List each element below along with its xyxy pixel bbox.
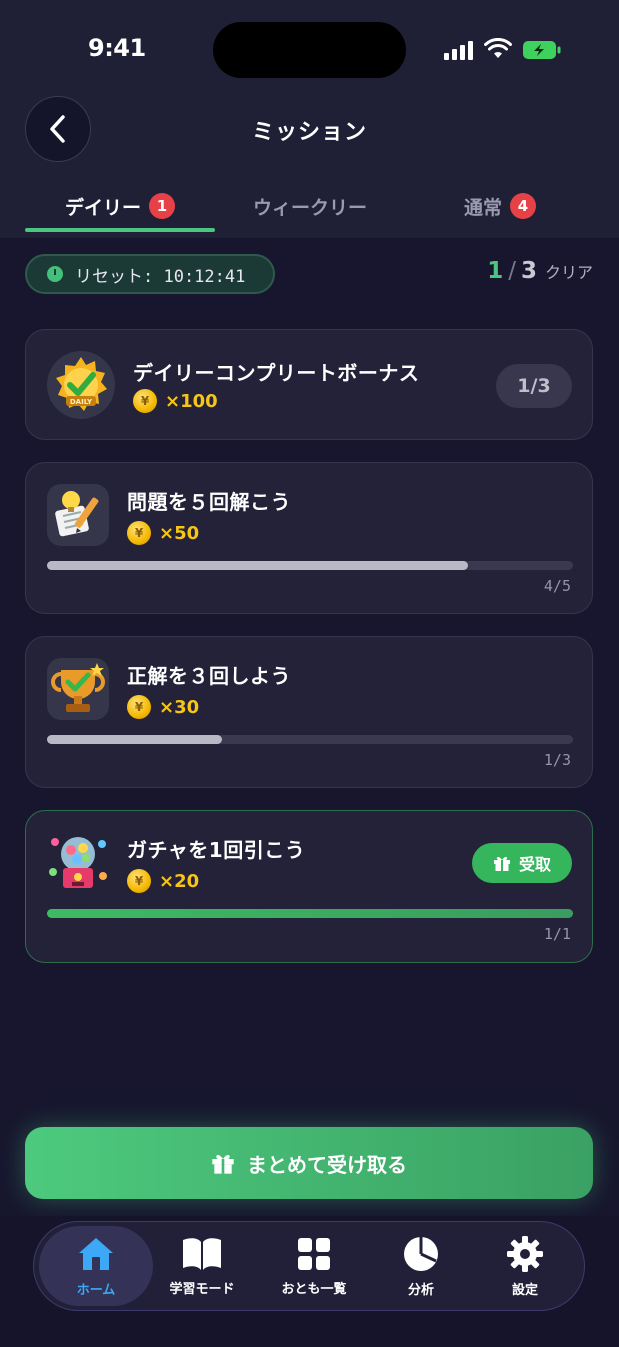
coin-icon: ¥	[127, 695, 151, 719]
mission-title: 問題を５回解こう	[127, 490, 291, 514]
mission-title: ガチャを1回引こう	[127, 838, 306, 862]
clock-icon	[47, 266, 63, 282]
home-icon	[79, 1237, 113, 1270]
daily-complete-bonus-card: DAILY デイリーコンプリートボーナス ¥ ×100 1/3	[25, 329, 593, 440]
clear-count-label: クリア	[544, 263, 593, 282]
claim-button[interactable]: 受取	[472, 843, 572, 883]
book-icon	[183, 1237, 221, 1270]
mission-progress-fill	[47, 561, 468, 570]
clear-count: 1 / 3 クリア	[487, 258, 593, 284]
tab-normal-badge: 4	[510, 193, 536, 219]
bonus-reward: ¥ ×100	[133, 389, 218, 413]
reset-timer-text: リセット: 10:12:41	[75, 266, 246, 287]
coin-icon: ¥	[127, 869, 151, 893]
clear-count-done: 1	[487, 258, 504, 284]
mission-card: 正解を３回しよう ¥ ×30 1/3	[25, 636, 593, 788]
tab-daily-badge: 1	[149, 193, 175, 219]
mission-reward: ¥ ×50	[127, 521, 199, 545]
mission-progress-text: 4/5	[543, 577, 571, 595]
tab-normal[interactable]: 通常 4	[405, 190, 595, 222]
claim-all-label: まとめて受け取る	[247, 1152, 407, 1177]
claim-all-button[interactable]: まとめて受け取る	[25, 1127, 593, 1199]
active-tab-indicator	[25, 228, 215, 232]
tab-weekly[interactable]: ウィークリー	[215, 190, 405, 222]
nav-item-home[interactable]: ホーム	[41, 1222, 151, 1310]
battery-icon	[523, 41, 561, 59]
bonus-progress-count: 1/3	[496, 364, 572, 408]
mission-progress-bar	[47, 561, 573, 570]
nav-item-analysis-label: 分析	[407, 1282, 434, 1298]
nav-item-settings[interactable]: 設定	[470, 1222, 580, 1310]
mission-progress-fill	[47, 909, 573, 918]
nav-item-settings-label: 設定	[511, 1282, 538, 1298]
mission-reward: ¥ ×30	[127, 695, 199, 719]
tab-weekly-label: ウィークリー	[252, 196, 367, 219]
mission-reward: ¥ ×20	[127, 869, 199, 893]
reset-timer: リセット: 10:12:41	[25, 254, 275, 294]
mission-title: 正解を３回しよう	[127, 664, 291, 688]
bonus-title: デイリーコンプリートボーナス	[133, 361, 420, 385]
signal-icon	[444, 40, 474, 60]
nav-item-study-mode[interactable]: 学習モード	[147, 1222, 257, 1310]
mission-card: ガチャを1回引こう ¥ ×20 受取 1/1	[25, 810, 593, 963]
tab-daily-label: デイリー	[64, 196, 141, 219]
pie-chart-icon	[404, 1236, 438, 1271]
bonus-reward-amount: ×100	[165, 390, 218, 412]
svg-text:DAILY: DAILY	[70, 398, 93, 406]
clear-count-separator: /	[508, 258, 516, 284]
daily-badge-icon: DAILY	[47, 351, 115, 419]
lightbulb-pencil-icon	[47, 484, 109, 546]
nav-item-home-label: ホーム	[76, 1282, 116, 1298]
mission-progress-text: 1/3	[543, 751, 571, 769]
tab-normal-label: 通常	[463, 196, 502, 219]
nav-item-analysis[interactable]: 分析	[366, 1222, 476, 1310]
page-title: ミッション	[251, 120, 367, 145]
mission-reward-amount: ×30	[159, 696, 200, 718]
wifi-icon	[484, 38, 512, 58]
bottom-nav: ホーム 学習モード おとも一覧 分析 設定	[33, 1221, 585, 1311]
mission-progress-text: 1/1	[543, 925, 571, 943]
clear-count-total: 3	[520, 258, 537, 284]
trophy-icon	[47, 658, 109, 720]
gear-icon	[507, 1235, 543, 1272]
gift-icon	[212, 1154, 234, 1174]
tab-daily[interactable]: デイリー 1	[25, 190, 215, 222]
claim-button-label: 受取	[518, 855, 551, 874]
mission-reward-amount: ×20	[159, 870, 200, 892]
mission-progress-fill	[47, 735, 223, 744]
status-time: 9:41	[88, 34, 146, 62]
coin-icon: ¥	[133, 389, 157, 413]
nav-item-companions[interactable]: おとも一覧	[259, 1222, 369, 1310]
gacha-machine-icon	[47, 832, 109, 894]
mission-progress-bar	[47, 909, 573, 918]
dynamic-island	[213, 22, 406, 78]
gift-icon	[493, 856, 510, 871]
mission-card: 問題を５回解こう ¥ ×50 4/5	[25, 462, 593, 614]
mission-progress-bar	[47, 735, 573, 744]
grid-icon	[298, 1237, 330, 1270]
mission-reward-amount: ×50	[159, 522, 200, 544]
nav-item-study-mode-label: 学習モード	[169, 1281, 235, 1297]
nav-item-companions-label: おとも一覧	[281, 1281, 347, 1297]
coin-icon: ¥	[127, 521, 151, 545]
